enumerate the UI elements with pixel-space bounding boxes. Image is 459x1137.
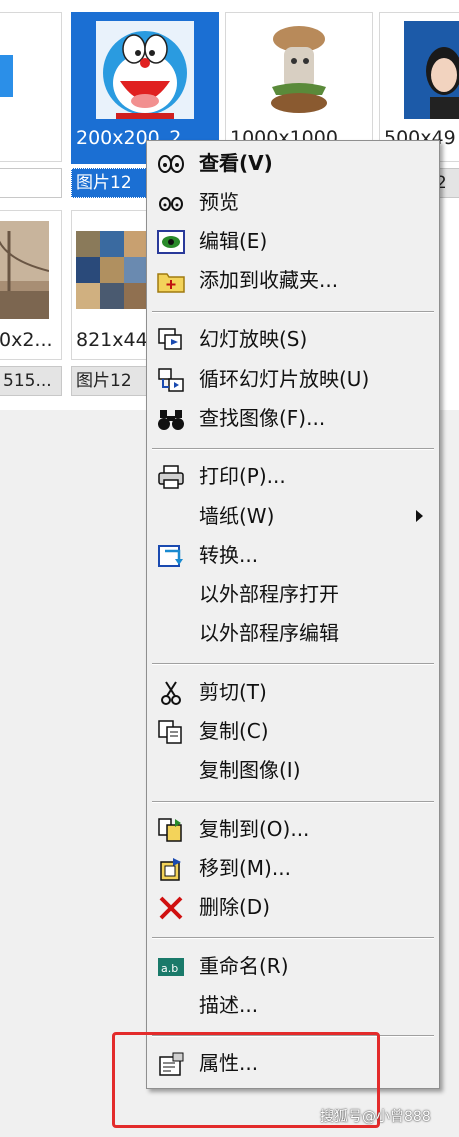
move-to-icon bbox=[157, 856, 185, 882]
menu-item-copy[interactable]: 复制(C) bbox=[149, 713, 437, 749]
menu-item-cut[interactable]: 剪切(T) bbox=[149, 674, 437, 710]
convert-icon bbox=[157, 543, 185, 569]
menu-item-edit-external[interactable]: 以外部程序编辑 bbox=[149, 615, 437, 651]
copy-icon bbox=[157, 719, 185, 745]
delete-icon bbox=[157, 895, 185, 921]
thumbnail-item[interactable] bbox=[0, 12, 62, 162]
menu-item-open-external[interactable]: 以外部程序打开 bbox=[149, 576, 437, 612]
context-menu: 查看(V) 预览 编辑(E) 添加到收藏夹... 幻灯放映(S) 循环幻灯片放映… bbox=[146, 140, 440, 1089]
menu-item-label: 以外部程序打开 bbox=[199, 582, 339, 606]
menu-item-label: 移到(M)... bbox=[199, 856, 291, 880]
menu-item-label: 复制到(O)... bbox=[199, 817, 310, 841]
menu-item-label: 复制(C) bbox=[199, 719, 269, 743]
menu-item-find-image[interactable]: 查找图像(F)... bbox=[149, 400, 437, 436]
edit-icon bbox=[157, 229, 185, 255]
thumbnail-caption: 0x2... bbox=[0, 329, 53, 351]
menu-item-preview[interactable]: 预览 bbox=[149, 184, 437, 220]
menu-item-label: 删除(D) bbox=[199, 895, 271, 919]
thumbnail-item[interactable]: 821x44 bbox=[71, 210, 153, 360]
menu-item-add-favorites[interactable]: 添加到收藏夹... bbox=[149, 262, 437, 298]
menu-item-convert[interactable]: 转换... bbox=[149, 537, 437, 573]
thumbnail-label[interactable] bbox=[0, 168, 62, 198]
menu-item-label: 预览 bbox=[199, 190, 239, 214]
watermark-text: 搜狐号@小曾888 bbox=[320, 1109, 431, 1125]
folder-add-icon bbox=[157, 268, 185, 294]
loop-slideshow-icon bbox=[157, 367, 185, 393]
menu-separator bbox=[152, 663, 434, 665]
menu-item-copy-to[interactable]: 复制到(O)... bbox=[149, 811, 437, 847]
thumbnail-image bbox=[0, 55, 13, 97]
doraemon-image bbox=[103, 31, 187, 119]
printer-icon bbox=[157, 464, 185, 490]
thumbnail-item[interactable]: 0x2... bbox=[0, 210, 62, 360]
rename-icon: a.b bbox=[157, 954, 185, 980]
menu-item-edit[interactable]: 编辑(E) bbox=[149, 223, 437, 259]
menu-item-label: 编辑(E) bbox=[199, 229, 268, 253]
menu-item-slideshow[interactable]: 幻灯放映(S) bbox=[149, 321, 437, 357]
thumbnail-label[interactable]: 515... bbox=[0, 366, 62, 396]
menu-item-label: 幻灯放映(S) bbox=[199, 327, 308, 351]
portrait-image bbox=[426, 47, 459, 119]
preview-icon bbox=[157, 190, 185, 216]
thumbnail-image bbox=[404, 21, 459, 119]
menu-item-label: 查找图像(F)... bbox=[199, 406, 326, 430]
submenu-arrow-icon bbox=[416, 510, 423, 522]
menu-item-delete[interactable]: 删除(D) bbox=[149, 889, 437, 925]
slideshow-icon bbox=[157, 327, 185, 353]
menu-item-copy-image[interactable]: 复制图像(I) bbox=[149, 752, 437, 788]
scissors-icon bbox=[157, 680, 185, 706]
thumbnail-image bbox=[250, 21, 348, 119]
menu-separator bbox=[152, 937, 434, 939]
thumbnail-caption: 821x44 bbox=[76, 329, 148, 351]
menu-separator bbox=[152, 801, 434, 803]
view-icon bbox=[157, 151, 185, 177]
menu-item-label: 以外部程序编辑 bbox=[199, 621, 339, 645]
menu-item-label: 复制图像(I) bbox=[199, 758, 301, 782]
thumbnail-label[interactable]: 图片12 bbox=[71, 366, 151, 396]
menu-item-describe[interactable]: 描述... bbox=[149, 987, 437, 1023]
menu-item-label: 循环幻灯片放映(U) bbox=[199, 367, 370, 391]
menu-item-rename[interactable]: a.b 重命名(R) bbox=[149, 948, 437, 984]
bridge-image bbox=[0, 221, 50, 319]
menu-item-wallpaper[interactable]: 墙纸(W) bbox=[149, 498, 437, 534]
menu-item-label: 描述... bbox=[199, 993, 259, 1017]
menu-item-label: 剪切(T) bbox=[199, 680, 267, 704]
svg-text:a.b: a.b bbox=[161, 962, 178, 975]
thumbnail-image bbox=[96, 21, 194, 119]
burger-cat-image bbox=[271, 26, 327, 113]
menu-separator bbox=[152, 311, 434, 313]
menu-item-print[interactable]: 打印(P)... bbox=[149, 458, 437, 494]
menu-item-move-to[interactable]: 移到(M)... bbox=[149, 850, 437, 886]
menu-item-label: 查看(V) bbox=[199, 151, 273, 175]
menu-item-view[interactable]: 查看(V) bbox=[149, 145, 437, 181]
menu-item-label: 添加到收藏夹... bbox=[199, 268, 339, 292]
collage-image bbox=[76, 231, 148, 309]
menu-item-label: 重命名(R) bbox=[199, 954, 289, 978]
menu-item-label: 打印(P)... bbox=[199, 464, 286, 488]
copy-to-icon bbox=[157, 817, 185, 843]
menu-item-loop-slideshow[interactable]: 循环幻灯片放映(U) bbox=[149, 361, 437, 397]
thumbnail-image bbox=[76, 231, 148, 309]
menu-item-label: 转换... bbox=[199, 543, 259, 567]
thumbnail-image bbox=[0, 221, 50, 319]
menu-item-label: 墙纸(W) bbox=[199, 504, 275, 528]
menu-separator bbox=[152, 448, 434, 450]
binoculars-icon bbox=[157, 406, 185, 432]
